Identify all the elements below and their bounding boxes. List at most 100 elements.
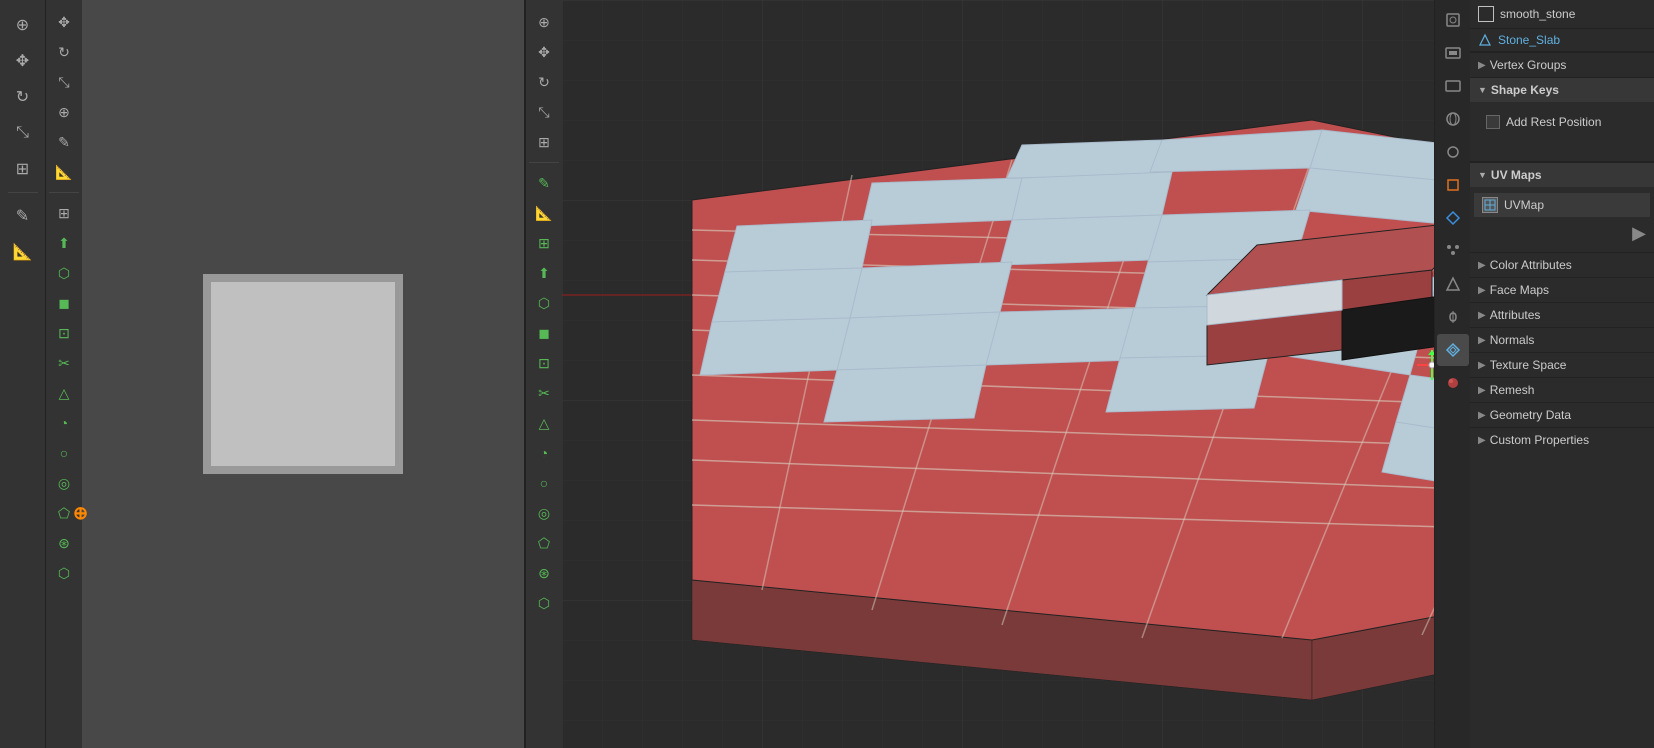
vertex-groups-section[interactable]: ▶ Vertex Groups — [1470, 52, 1654, 77]
annotate-tool-icon[interactable]: ✎ — [6, 199, 40, 233]
object-name: smooth_stone — [1500, 7, 1575, 21]
material-tab[interactable] — [1437, 367, 1469, 399]
main-vp-cursor-icon[interactable]: ⊕ — [530, 8, 558, 36]
remesh-section[interactable]: ▶ Remesh — [1470, 377, 1654, 402]
main-vp-divider — [529, 162, 559, 163]
main-vp-bevel-icon[interactable]: ◼ — [530, 319, 558, 347]
mesh-preview — [203, 274, 403, 474]
vp-push-icon[interactable]: ◎ — [50, 469, 78, 497]
vp-spin-icon[interactable]: ◔ — [50, 409, 78, 437]
texture-space-chevron: ▶ — [1478, 360, 1486, 371]
physics-tab[interactable] — [1437, 268, 1469, 300]
attributes-section[interactable]: ▶ Attributes — [1470, 302, 1654, 327]
vp-smooth-icon[interactable]: ○ — [50, 439, 78, 467]
shape-keys-header[interactable]: ▼ Shape Keys — [1470, 77, 1654, 102]
texture-space-section[interactable]: ▶ Texture Space — [1470, 352, 1654, 377]
vp-inset-icon[interactable]: ⬡ — [50, 259, 78, 287]
main-vp-scale-icon[interactable]: ⤡ — [530, 98, 558, 126]
normals-section[interactable]: ▶ Normals — [1470, 327, 1654, 352]
vp-divider — [49, 192, 79, 193]
uv-maps-label: UV Maps — [1491, 168, 1542, 182]
object-tab[interactable] — [1437, 169, 1469, 201]
uv-expand-arrow[interactable]: ▶ — [1632, 223, 1646, 244]
remesh-label: Remesh — [1490, 383, 1535, 397]
main-vp-spin-icon[interactable]: ◔ — [530, 439, 558, 467]
world-tab[interactable] — [1437, 136, 1469, 168]
main-vp-loop-icon[interactable]: ⊡ — [530, 349, 558, 377]
uv-controls: ▶ — [1474, 219, 1650, 248]
geometry-data-section[interactable]: ▶ Geometry Data — [1470, 402, 1654, 427]
measure-tool-icon[interactable]: 📐 — [6, 235, 40, 269]
main-vp-knife-icon[interactable]: ✂ — [530, 379, 558, 407]
vp-add-icon[interactable]: ⊞ — [50, 199, 78, 227]
mesh-type-icon — [1478, 6, 1494, 22]
face-maps-chevron: ▶ — [1478, 285, 1486, 296]
move-tool-icon[interactable]: ✥ — [6, 44, 40, 78]
main-vp-shrink-icon[interactable]: ⊛ — [530, 559, 558, 587]
vp-bevel-icon[interactable]: ◼ — [50, 289, 78, 317]
output-tab[interactable] — [1437, 37, 1469, 69]
main-vp-shear-icon[interactable]: ⬠ — [530, 529, 558, 557]
shape-keys-content: Add Rest Position — [1470, 102, 1654, 162]
vp-poly-icon[interactable]: △ — [50, 379, 78, 407]
main-vp-transform-icon[interactable]: ⊞ — [530, 128, 558, 156]
add-rest-position-row: Add Rest Position — [1478, 110, 1646, 134]
custom-properties-section[interactable]: ▶ Custom Properties — [1470, 427, 1654, 452]
main-vp-annotate-icon[interactable]: ✎ — [530, 169, 558, 197]
main-vp-smooth-icon[interactable]: ○ — [530, 469, 558, 497]
left-viewport-content: ⊕ — [82, 0, 524, 748]
main-vp-poly-icon[interactable]: △ — [530, 409, 558, 437]
vp-move-icon[interactable]: ✥ — [50, 8, 78, 36]
toolbar-divider-1 — [8, 192, 38, 193]
rotate-tool-icon[interactable]: ↻ — [6, 80, 40, 114]
particles-tab[interactable] — [1437, 235, 1469, 267]
transform-tool-icon[interactable]: ⊞ — [6, 152, 40, 186]
constraints-tab[interactable] — [1437, 301, 1469, 333]
face-maps-section[interactable]: ▶ Face Maps — [1470, 277, 1654, 302]
vp-rotate-icon[interactable]: ↻ — [50, 38, 78, 66]
main-vp-extrude-icon[interactable]: ⬆ — [530, 259, 558, 287]
main-vp-prop2-icon[interactable]: ⬡ — [530, 589, 558, 617]
vp-knife-icon[interactable]: ✂ — [50, 349, 78, 377]
view-tab[interactable] — [1437, 70, 1469, 102]
remesh-chevron: ▶ — [1478, 385, 1486, 396]
vp-cursor-icon[interactable]: ⊕ — [50, 98, 78, 126]
uv-map-icon — [1482, 197, 1498, 213]
vp-annotate-icon[interactable]: ✎ — [50, 128, 78, 156]
add-rest-position-label: Add Rest Position — [1506, 115, 1601, 129]
main-vp-move-icon[interactable]: ✥ — [530, 38, 558, 66]
main-vp-add-icon[interactable]: ⊞ — [530, 229, 558, 257]
uv-maps-header[interactable]: ▼ UV Maps — [1470, 162, 1654, 187]
add-rest-checkbox[interactable] — [1486, 115, 1500, 129]
scale-tool-icon[interactable]: ⤡ — [6, 116, 40, 150]
vp-loop-icon[interactable]: ⊡ — [50, 319, 78, 347]
render-tab[interactable] — [1437, 4, 1469, 36]
cursor-tool-icon[interactable]: ⊕ — [6, 8, 40, 42]
uv-maps-arrow: ▼ — [1478, 170, 1487, 180]
left-toolbar: ⊕ ✥ ↻ ⤡ ⊞ ✎ 📐 — [0, 0, 46, 748]
scene-tab[interactable] — [1437, 103, 1469, 135]
mesh-name-row: Stone_Slab — [1470, 29, 1654, 52]
vertex-groups-label: Vertex Groups — [1490, 58, 1567, 72]
main-vp-measure-icon[interactable]: 📐 — [530, 199, 558, 227]
viewport-3d-scene[interactable] — [562, 0, 1434, 748]
vp-measure-icon[interactable]: 📐 — [50, 158, 78, 186]
modifier-tab[interactable] — [1437, 202, 1469, 234]
data-tab[interactable] — [1437, 334, 1469, 366]
properties-main-content: smooth_stone Stone_Slab ▶ Vertex Groups … — [1470, 0, 1654, 748]
uv-map-item[interactable]: UVMap — [1474, 193, 1650, 217]
vp-scale-icon[interactable]: ⤡ — [50, 68, 78, 96]
main-vp-push-icon[interactable]: ◎ — [530, 499, 558, 527]
main-vp-rotate-icon[interactable]: ↻ — [530, 68, 558, 96]
vp-extrude-icon[interactable]: ⬆ — [50, 229, 78, 257]
vp-prop-icon[interactable]: ⬡ — [50, 559, 78, 587]
face-maps-label: Face Maps — [1490, 283, 1549, 297]
attributes-chevron: ▶ — [1478, 310, 1486, 321]
mesh-name: Stone_Slab — [1498, 33, 1560, 47]
color-attributes-section[interactable]: ▶ Color Attributes — [1470, 252, 1654, 277]
uv-maps-content: UVMap ▶ — [1470, 187, 1654, 252]
normals-chevron: ▶ — [1478, 335, 1486, 346]
vp-shrink-icon[interactable]: ⊛ — [50, 529, 78, 557]
left-viewport: ✥ ↻ ⤡ ⊕ ✎ 📐 ⊞ ⬆ ⬡ ◼ ⊡ ✂ △ ◔ ○ ◎ ⬠ ⊛ ⬡ ⊕ — [46, 0, 526, 748]
main-vp-inset-icon[interactable]: ⬡ — [530, 289, 558, 317]
